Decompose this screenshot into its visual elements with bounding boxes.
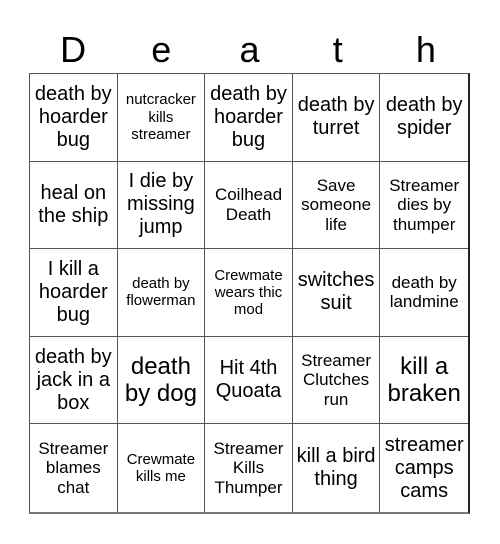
title-letter: e [151, 29, 172, 70]
bingo-title: D e a t h [29, 28, 470, 72]
bingo-cell[interactable]: I kill a hoarder bug [30, 249, 118, 337]
bingo-cell[interactable]: death by turret [292, 74, 381, 162]
bingo-cell[interactable]: Crewmate kills me [118, 424, 206, 512]
bingo-cell[interactable]: Crewmate wears thic mod [205, 249, 293, 337]
bingo-cell[interactable]: streamer camps cams [380, 424, 468, 512]
title-letter: t [332, 29, 343, 70]
title-letter: a [239, 29, 260, 70]
bingo-cell[interactable]: kill a braken [380, 337, 468, 425]
bingo-cell[interactable]: Save someone life [292, 161, 381, 250]
bingo-cell[interactable]: death by jack in a box [30, 336, 118, 425]
title-letter: h [415, 29, 436, 70]
bingo-cell[interactable]: death by hoarder bug [30, 74, 118, 162]
bingo-cell[interactable]: switches suit [292, 249, 381, 337]
bingo-cell[interactable]: kill a bird thing [293, 424, 381, 512]
bingo-cell[interactable]: Hit 4th Quoata [205, 336, 293, 425]
bingo-cell[interactable]: Coilhead Death [205, 161, 293, 250]
bingo-cell[interactable]: Streamer Clutches run [292, 336, 381, 425]
bingo-cell[interactable]: Streamer dies by thumper [380, 162, 468, 250]
bingo-cell[interactable]: heal on the ship [30, 161, 118, 250]
bingo-cell[interactable]: death by hoarder bug [205, 74, 293, 162]
bingo-cell[interactable]: death by spider [380, 74, 468, 162]
bingo-cell[interactable]: death by flowerman [117, 249, 206, 337]
bingo-grid: death by hoarder bug nutcracker kills st… [29, 73, 470, 514]
bingo-cell[interactable]: I die by missing jump [117, 161, 206, 250]
bingo-cell[interactable]: Streamer Kills Thumper [205, 424, 293, 512]
title-letter: D [60, 29, 87, 70]
bingo-cell[interactable]: Streamer blames chat [30, 424, 118, 512]
bingo-cell[interactable]: nutcracker kills streamer [117, 74, 206, 162]
bingo-cell[interactable]: death by dog [117, 336, 206, 425]
bingo-cell[interactable]: death by landmine [380, 249, 468, 337]
